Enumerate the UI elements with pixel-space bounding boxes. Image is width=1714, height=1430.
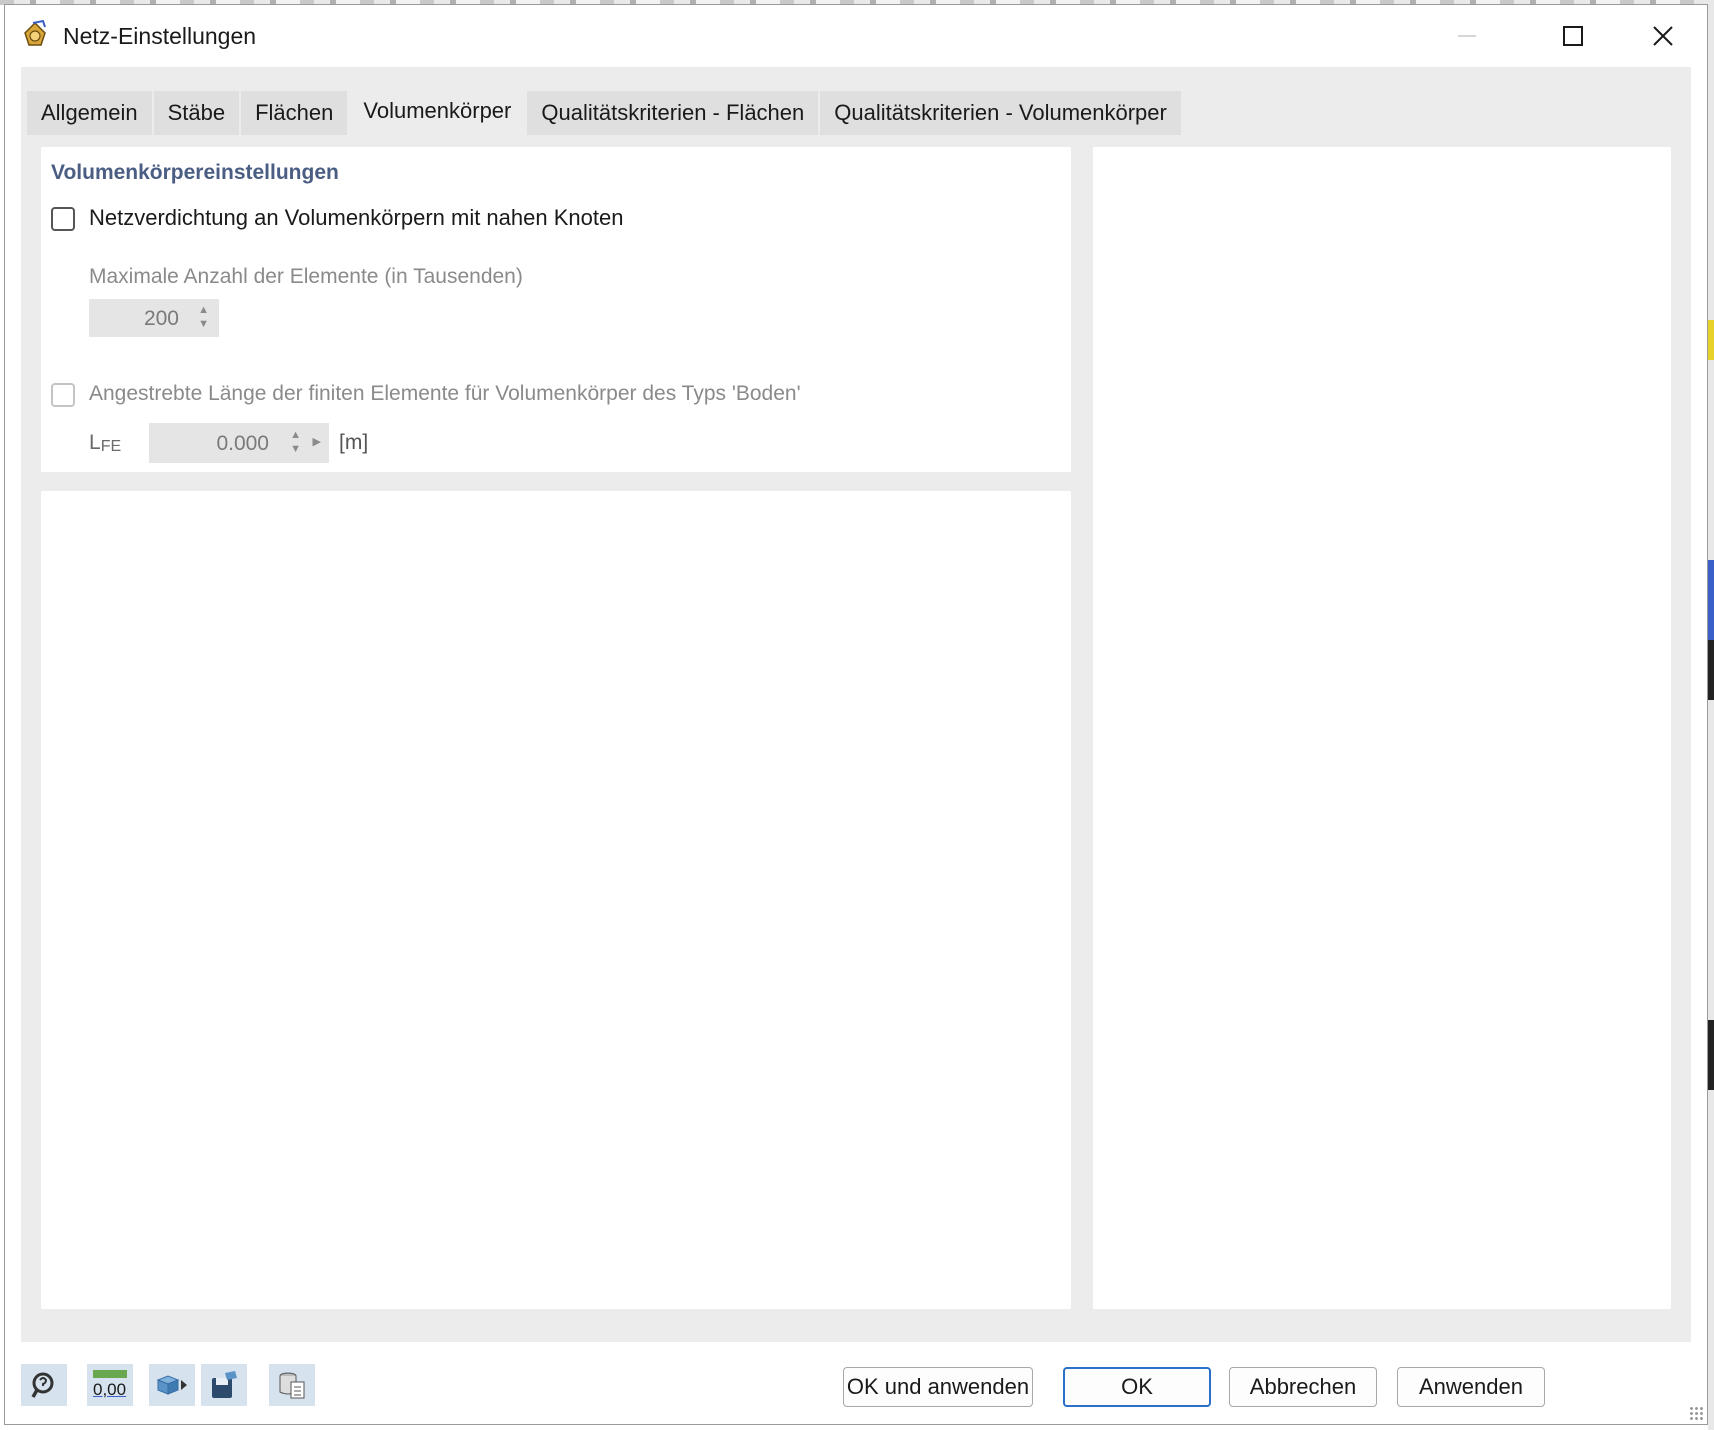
view-icon <box>156 1375 187 1395</box>
cancel-button[interactable]: Abbrechen <box>1229 1367 1377 1407</box>
max-elements-spinner[interactable]: 200 ▲ ▼ <box>89 299 219 337</box>
mesh-refinement-checkbox[interactable] <box>51 207 75 231</box>
spin-down-icon[interactable]: ▼ <box>198 319 209 330</box>
mesh-settings-app-icon <box>24 19 46 46</box>
soil-length-checkbox[interactable] <box>51 383 75 407</box>
ok-button[interactable]: OK <box>1063 1367 1211 1407</box>
lfe-spinner[interactable]: 0.000 ▲ ▼ ▶ <box>149 423 329 463</box>
units-icon: 0,00 <box>91 1368 129 1402</box>
units-button[interactable]: 0,00 <box>87 1364 133 1406</box>
max-elements-value: 200 <box>143 307 179 330</box>
help-icon <box>31 1372 54 1398</box>
minimize-icon <box>1458 35 1476 37</box>
empty-left-panel <box>41 491 1071 1309</box>
lfe-label: LFE <box>89 431 121 456</box>
close-icon <box>1653 26 1673 46</box>
tab-qualitaetskriterien-volumenkoerper[interactable]: Qualitätskriterien - Volumenkörper <box>820 91 1181 135</box>
tab-allgemein[interactable]: Allgemein <box>27 91 152 135</box>
ok-apply-button[interactable]: OK und anwenden <box>843 1367 1033 1407</box>
view-button[interactable] <box>149 1364 195 1406</box>
lfe-label-main: L <box>89 431 101 454</box>
max-elements-label: Maximale Anzahl der Elemente (in Tausend… <box>89 265 523 288</box>
tab-bar: Allgemein Stäbe Flächen Volumenkörper Qu… <box>27 87 1183 135</box>
resize-grip-icon[interactable] <box>1689 1406 1703 1420</box>
solid-settings-panel: Volumenkörpereinstellungen Netzverdichtu… <box>41 147 1071 472</box>
lfe-label-sub: FE <box>100 438 122 455</box>
maximize-button[interactable] <box>1531 5 1615 67</box>
preview-panel <box>1093 147 1671 1309</box>
dialog-window: Netz-Einstellungen Allgemein Stäbe Fläch… <box>4 4 1708 1425</box>
desktop-background-edge <box>1708 0 1714 1430</box>
title-bar[interactable]: Netz-Einstellungen <box>5 5 1707 67</box>
mesh-refinement-label[interactable]: Netzverdichtung an Volumenkörpern mit na… <box>89 205 649 231</box>
lfe-value: 0.000 <box>216 432 269 455</box>
spin-up-icon[interactable]: ▲ <box>290 430 301 441</box>
save-icon <box>212 1371 237 1398</box>
minimize-button[interactable] <box>1425 5 1509 67</box>
dialog-content: Allgemein Stäbe Flächen Volumenkörper Qu… <box>21 67 1691 1342</box>
library-icon <box>279 1372 305 1399</box>
spin-up-icon[interactable]: ▲ <box>198 305 209 316</box>
window-title: Netz-Einstellungen <box>63 23 257 49</box>
tab-volumenkoerper[interactable]: Volumenkörper <box>349 87 526 135</box>
section-title: Volumenkörpereinstellungen <box>51 161 339 184</box>
tab-staebe[interactable]: Stäbe <box>153 91 240 135</box>
close-button[interactable] <box>1621 5 1705 67</box>
apply-button[interactable]: Anwenden <box>1397 1367 1545 1407</box>
help-button[interactable] <box>21 1364 67 1406</box>
maximize-icon <box>1563 26 1583 46</box>
library-button[interactable] <box>269 1364 315 1406</box>
tab-qualitaetskriterien-flaechen[interactable]: Qualitätskriterien - Flächen <box>527 91 819 135</box>
lfe-unit: [m] <box>339 431 369 454</box>
soil-length-label[interactable]: Angestrebte Länge der finiten Elemente f… <box>89 382 801 406</box>
spin-down-icon[interactable]: ▼ <box>290 444 301 455</box>
tab-flaechen[interactable]: Flächen <box>241 91 348 135</box>
expand-arrow-icon[interactable]: ▶ <box>313 437 321 448</box>
save-button[interactable] <box>201 1364 247 1406</box>
